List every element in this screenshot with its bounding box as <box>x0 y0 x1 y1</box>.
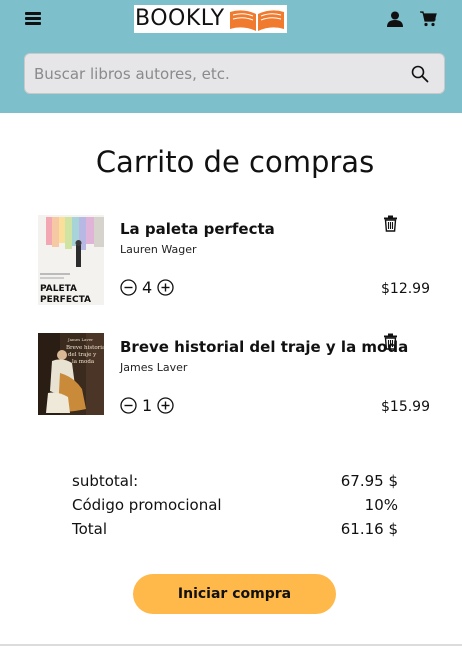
item-author: James Laver <box>120 361 188 374</box>
decrease-quantity-icon[interactable] <box>120 279 137 296</box>
svg-text:PERFECTA: PERFECTA <box>40 295 91 305</box>
book-logo-icon <box>230 10 284 31</box>
quantity-value: 1 <box>142 396 153 415</box>
total-value: 61.16 $ <box>340 520 398 538</box>
promo-value: 10% <box>364 496 398 514</box>
decrease-quantity-icon[interactable] <box>120 397 137 414</box>
search-input[interactable] <box>34 62 394 86</box>
trash-icon[interactable] <box>383 333 398 350</box>
book-cover[interactable]: James Laver Breve historia del traje y l… <box>38 333 104 423</box>
book-cover[interactable]: PALETA PERFECTA <box>38 215 104 305</box>
total-row: Total 61.16 $ <box>72 520 398 544</box>
svg-text:James Laver: James Laver <box>67 337 93 342</box>
item-title[interactable]: La paleta perfecta <box>120 220 275 238</box>
order-summary: subtotal: 67.95 $ Código promocional 10%… <box>72 472 398 544</box>
promo-label: Código promocional <box>72 496 222 514</box>
logo[interactable]: BOOKLY <box>134 5 287 33</box>
subtotal-row: subtotal: 67.95 $ <box>72 472 398 496</box>
cart-item: James Laver Breve historia del traje y l… <box>0 333 462 433</box>
top-bar: BOOKLY <box>0 0 462 113</box>
checkout-button[interactable]: Iniciar compra <box>133 574 336 614</box>
item-price: $15.99 <box>381 399 430 415</box>
page-title: Carrito de compras <box>95 145 375 179</box>
svg-text:la moda: la moda <box>72 359 95 365</box>
subtotal-value: 67.95 $ <box>340 472 398 490</box>
increase-quantity-icon[interactable] <box>157 279 174 296</box>
svg-text:del traje y: del traje y <box>68 352 97 358</box>
svg-text:PALETA: PALETA <box>40 284 77 294</box>
trash-icon[interactable] <box>383 215 398 232</box>
item-author: Lauren Wager <box>120 243 197 256</box>
user-icon[interactable] <box>386 11 404 27</box>
increase-quantity-icon[interactable] <box>157 397 174 414</box>
cart-icon[interactable] <box>420 11 437 27</box>
promo-row: Código promocional 10% <box>72 496 398 520</box>
item-price: $12.99 <box>381 281 430 297</box>
svg-text:Breve historia: Breve historia <box>66 345 104 351</box>
hamburger-icon[interactable] <box>25 12 41 26</box>
logo-text: BOOKLY <box>135 6 225 31</box>
total-label: Total <box>72 520 108 538</box>
cart-item: PALETA PERFECTA La paleta perfecta Laure… <box>0 215 462 315</box>
subtotal-label: subtotal: <box>72 472 139 490</box>
item-title[interactable]: Breve historial del traje y la moda <box>120 338 408 356</box>
quantity-value: 4 <box>142 278 153 297</box>
search-icon[interactable] <box>411 65 429 83</box>
search-bar <box>24 53 445 94</box>
